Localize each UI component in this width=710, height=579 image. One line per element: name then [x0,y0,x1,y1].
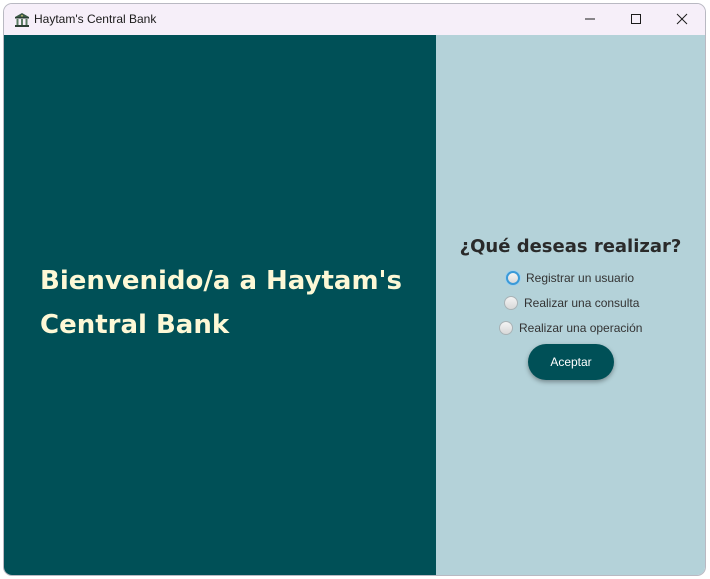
title-bar[interactable]: Haytam's Central Bank [4,4,705,35]
radio-button[interactable] [499,321,513,335]
radio-label: Realizar una consulta [524,296,640,310]
radio-option-operation[interactable]: Realizar una operación [499,319,642,337]
radio-option-query[interactable]: Realizar una consulta [504,294,639,312]
accept-button[interactable]: Aceptar [528,344,614,380]
close-button[interactable] [659,4,705,35]
options-panel: ¿Qué deseas realizar? Registrar un usuar… [436,35,705,575]
window-title: Haytam's Central Bank [34,12,157,26]
radio-button[interactable] [504,296,518,310]
welcome-panel: Bienvenido/a a Haytam's Central Bank [4,35,436,575]
close-icon [676,13,688,25]
question-heading: ¿Qué deseas realizar? [459,236,682,257]
radio-button[interactable] [506,271,520,285]
radio-label: Registrar un usuario [526,271,635,285]
maximize-button[interactable] [613,4,659,35]
main-content: Bienvenido/a a Haytam's Central Bank ¿Qu… [4,35,705,575]
app-window: Haytam's Central Bank Bienvenido/a a Hay… [4,4,705,575]
minimize-icon [585,18,595,20]
maximize-icon [631,14,641,24]
welcome-heading: Bienvenido/a a Haytam's Central Bank [40,259,420,347]
radio-option-register-user[interactable]: Registrar un usuario [506,269,634,287]
minimize-button[interactable] [567,4,613,35]
radio-label: Realizar una operación [519,321,643,335]
welcome-line-2: Central Bank [40,310,230,340]
welcome-line-1: Bienvenido/a a Haytam's [40,266,402,296]
bank-icon [14,12,30,28]
